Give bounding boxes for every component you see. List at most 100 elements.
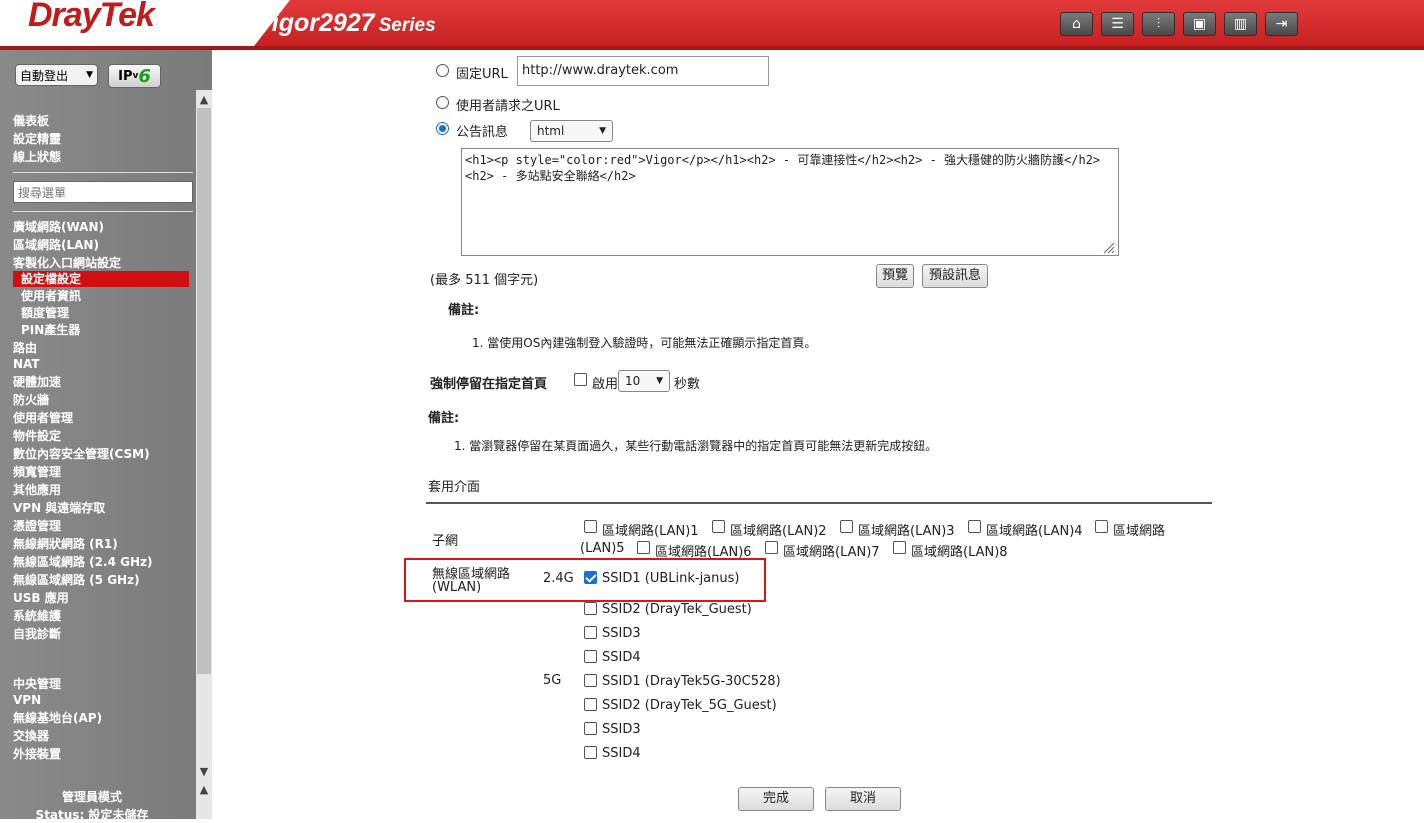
menu-usb[interactable]: USB 應用 [13, 590, 69, 606]
menu-switch[interactable]: 交換器 [13, 728, 49, 744]
ssid3-24g-checkbox[interactable] [584, 626, 597, 639]
lan4-checkbox[interactable] [968, 520, 981, 533]
menu-vpn[interactable]: VPN [13, 692, 41, 708]
menu-dashboard[interactable]: 儀表板 [13, 113, 49, 129]
menu-hw-accel[interactable]: 硬體加速 [13, 374, 61, 390]
bulletin-format-select[interactable]: html ▼ [530, 120, 613, 142]
cancel-button[interactable]: 取消 [825, 787, 901, 811]
menu-icon[interactable]: ☰ [1101, 12, 1134, 36]
menu-maintenance[interactable]: 系統維護 [13, 608, 61, 624]
lan1-label: 區域網路(LAN)1 [602, 524, 699, 539]
menu-firewall[interactable]: 防火牆 [13, 392, 49, 408]
fixed-url-radio[interactable] [436, 64, 449, 77]
menu-wlan-5[interactable]: 無線區域網路 (5 GHz) [13, 572, 140, 588]
lan5-checkbox[interactable] [1095, 520, 1108, 533]
resize-grip-icon[interactable] [1101, 240, 1115, 254]
menu-routing[interactable]: 路由 [13, 340, 37, 356]
note1-item: 1. 當使用OS內建強制登入驗證時，可能無法正確顯示指定首頁。 [472, 336, 817, 350]
header-toolbar: ⌂ ☰ ⫶ ▣ ▥ ⇥ [1060, 12, 1298, 36]
ssid1-5g-label: SSID1 (DrayTek5G-30C528) [602, 674, 781, 689]
lan2-checkbox[interactable] [712, 520, 725, 533]
menu-portal-user[interactable]: 使用者資訊 [21, 288, 81, 304]
lan7-checkbox[interactable] [765, 541, 778, 554]
scroll-up-icon[interactable]: ▲ [196, 92, 212, 108]
bulletin-format-value: html [537, 124, 565, 138]
user-url-label: 使用者請求之URL [456, 99, 560, 114]
bulletin-radio[interactable] [436, 122, 449, 135]
menu-portal[interactable]: 客製化入口網站設定 [13, 255, 121, 271]
top-header: DrayTek Vigor2927 Series ⌂ ☰ ⫶ ▣ ▥ ⇥ [0, 0, 1424, 50]
manual-icon[interactable]: ▥ [1224, 12, 1257, 36]
menu-wizard[interactable]: 設定精靈 [13, 131, 61, 147]
ssid1-24g-checkbox[interactable] [584, 571, 597, 584]
menu-external[interactable]: 外接裝置 [13, 746, 61, 762]
ssid4-5g-checkbox[interactable] [584, 746, 597, 759]
ssid3-5g-checkbox[interactable] [584, 722, 597, 735]
menu-portal-pin[interactable]: PIN產生器 [21, 322, 80, 338]
ssid1-5g-checkbox[interactable] [584, 674, 597, 687]
lan3-checkbox[interactable] [840, 520, 853, 533]
ssid2-24g-checkbox[interactable] [584, 602, 597, 615]
fixed-url-input[interactable]: http://www.draytek.com [517, 56, 769, 86]
lan2-label: 區域網路(LAN)2 [730, 524, 827, 539]
wlan-label-line2: (WLAN) [432, 580, 482, 595]
ok-button[interactable]: 完成 [738, 787, 814, 811]
menu-online-status[interactable]: 線上狀態 [13, 149, 61, 165]
menu-portal-profile[interactable]: 設定檔設定 [13, 271, 189, 287]
scroll-down-icon[interactable]: ▼ [196, 764, 212, 780]
ssid4-5g-label: SSID4 [602, 746, 641, 761]
menu-vpn-remote[interactable]: VPN 與遠端存取 [13, 500, 105, 516]
menu-lan[interactable]: 區域網路(LAN) [13, 237, 99, 253]
logout-icon[interactable]: ⇥ [1265, 12, 1298, 36]
sidebar-scrollbar-thumb[interactable] [197, 108, 211, 674]
scroll-up-icon[interactable]: ▲ [196, 782, 212, 798]
seconds-select[interactable]: 10 ▼ [618, 370, 670, 392]
settings-sliders-icon[interactable]: ⫶ [1142, 12, 1175, 36]
menu-apps[interactable]: 其他應用 [13, 482, 61, 498]
lan1-checkbox[interactable] [584, 520, 597, 533]
brand-logo: DrayTek [28, 0, 155, 34]
menu-csm[interactable]: 數位內容安全管理(CSM) [13, 446, 150, 462]
menu-portal-quota[interactable]: 額度管理 [21, 305, 69, 321]
save-icon[interactable]: ▣ [1183, 12, 1216, 36]
menu-bandwidth[interactable]: 頻寬管理 [13, 464, 61, 480]
max-chars-label: (最多 511 個字元) [430, 273, 539, 288]
auto-logout-value: 自動登出 [20, 68, 69, 83]
band-5g-label: 5G [543, 673, 562, 688]
menu-wan[interactable]: 廣域網路(WAN) [13, 219, 104, 235]
model-series: Series [378, 15, 436, 36]
note2-title: 備註: [428, 411, 460, 426]
menu-user-mgmt[interactable]: 使用者管理 [13, 410, 73, 426]
ipv6-button[interactable]: IP v 6 [108, 64, 161, 88]
ipv6-six: 6 [138, 65, 151, 87]
menu-objects[interactable]: 物件設定 [13, 428, 61, 444]
user-url-radio[interactable] [436, 96, 449, 109]
menu-diagnostics[interactable]: 自我診斷 [13, 626, 61, 642]
menu-wlan-r1[interactable]: 無線網狀網路 (R1) [13, 536, 118, 552]
model-name: Vigor2927 [256, 9, 375, 37]
lan5-label: 區域網路 [1113, 524, 1166, 539]
menu-central[interactable]: 中央管理 [13, 676, 61, 692]
menu-nat[interactable]: NAT [13, 356, 40, 372]
ssid3-5g-label: SSID3 [602, 722, 641, 737]
auto-logout-select[interactable]: 自動登出 ▼ [15, 64, 98, 86]
menu-search-input[interactable]: 搜尋選單 [13, 181, 193, 203]
ssid2-24g-label: SSID2 (DrayTek_Guest) [602, 602, 752, 617]
ssid2-5g-checkbox[interactable] [584, 698, 597, 711]
ssid4-24g-label: SSID4 [602, 650, 641, 665]
force-stay-enable-checkbox[interactable] [574, 373, 587, 386]
menu-ap[interactable]: 無線基地台(AP) [13, 710, 102, 726]
home-icon[interactable]: ⌂ [1060, 12, 1093, 36]
preview-button[interactable]: 預覽 [876, 264, 914, 288]
lan6-checkbox[interactable] [637, 541, 650, 554]
seconds-unit: 秒數 [674, 377, 701, 392]
bulletin-textarea[interactable]: <h1><p style="color:red">Vigor</p></h1><… [461, 148, 1119, 256]
default-message-button[interactable]: 預設訊息 [922, 264, 988, 288]
note2-item: 1. 當瀏覽器停留在某頁面過久，某些行動電話瀏覽器中的指定首頁可能無法更新完成按… [454, 439, 938, 453]
lan8-checkbox[interactable] [893, 541, 906, 554]
menu-wlan-24[interactable]: 無線區域網路 (2.4 GHz) [13, 554, 152, 570]
ssid4-24g-checkbox[interactable] [584, 650, 597, 663]
band-24g-label: 2.4G [543, 571, 574, 586]
menu-cert[interactable]: 憑證管理 [13, 518, 61, 534]
menu-divider [13, 172, 193, 173]
